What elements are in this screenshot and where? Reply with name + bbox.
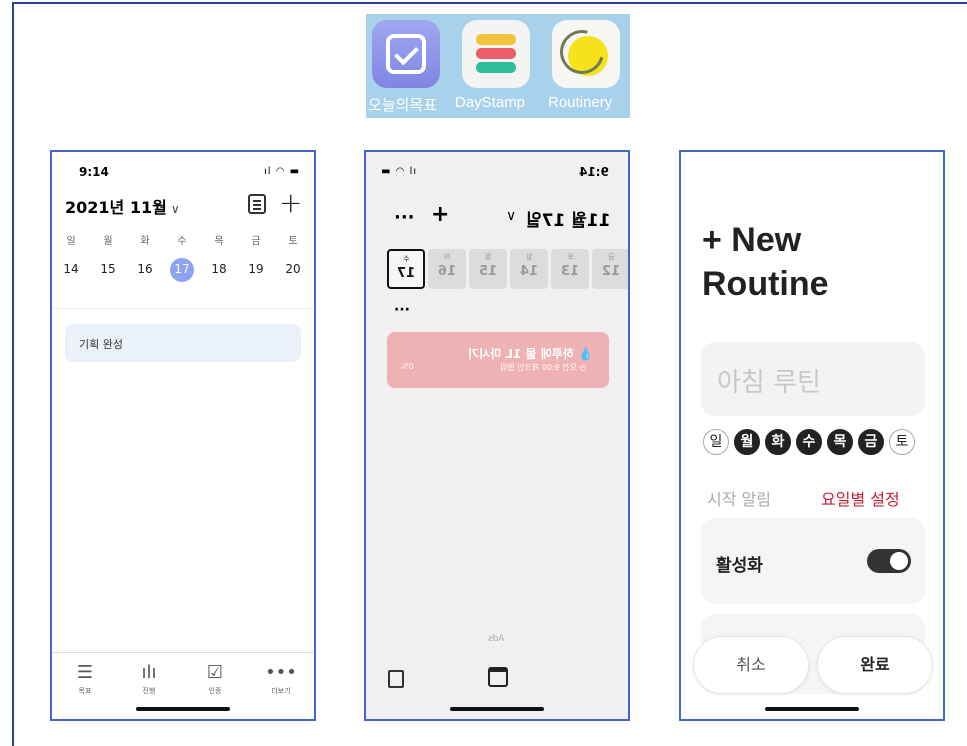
weekday-label: 목 (214, 236, 224, 247)
weekday-label: 토 (288, 236, 298, 247)
divider (52, 308, 314, 309)
tab-more[interactable]: ••• 더보기 (256, 662, 306, 696)
stripes-app-icon (476, 34, 516, 45)
status-time: 9:14 (579, 165, 609, 179)
weekday-label: 금 (251, 236, 261, 247)
day-toggle[interactable]: 일 (703, 429, 729, 455)
tab-goals[interactable]: ☰ 목표 (60, 662, 110, 696)
signal-wifi-battery-icon: ıl ◠ ▬ (380, 166, 417, 177)
home-indicator (765, 707, 859, 711)
tab-label: 더보기 (271, 687, 291, 695)
weekday-label: 일 (66, 236, 76, 247)
tab-bar-divider (52, 652, 314, 653)
day-toggle[interactable]: 금 (858, 429, 884, 455)
chevron-down-icon[interactable]: ∨ (506, 208, 516, 224)
weekday-label: 수 (177, 236, 187, 247)
tab-progress[interactable]: ılı 진행 (124, 662, 174, 696)
goal-app-screen: 9:14 ıl ◠ ▬ 2021년 11월 ∨ + 일 월 화 수 목 금 토 1… (50, 150, 316, 721)
app-name: DayStamp (455, 94, 526, 111)
home-indicator (450, 707, 544, 711)
stripe-red (476, 48, 516, 59)
memo-icon[interactable] (248, 194, 266, 214)
day-toggle[interactable]: 월 (734, 429, 760, 455)
date-cell[interactable]: 월 15 (469, 249, 507, 289)
calendar-icon[interactable] (488, 667, 508, 687)
date-title[interactable]: 11월 17일 (526, 206, 611, 231)
add-button[interactable]: + (431, 202, 449, 227)
month-label: 2021년 11월 (65, 198, 167, 217)
checkbox-icon: ☑ (206, 662, 224, 683)
activate-card: 활성화 (701, 518, 925, 604)
app-icon-banner: 오늘의목표 DayStamp Routinery (366, 14, 630, 118)
start-alarm-label: 시작 알림 (707, 490, 771, 509)
routinery-app[interactable] (551, 20, 620, 88)
habit-card[interactable]: 💧 하루에 물 1L 마시기 ◷ 오전 9:00 체크인 알림 0% (387, 332, 609, 388)
tab-label: 인증 (208, 687, 222, 695)
stripe-green (476, 62, 516, 73)
day-toggle[interactable]: 토 (889, 429, 915, 455)
add-button[interactable]: + (279, 186, 302, 219)
bar-chart-icon: ılı (141, 662, 157, 683)
weekday-label: 화 (140, 236, 150, 247)
home-indicator (136, 707, 230, 711)
document-icon[interactable] (388, 670, 404, 688)
calendar-day[interactable]: 16 (130, 262, 160, 276)
weekday-label: 월 (103, 236, 113, 247)
status-time: 9:14 (79, 165, 109, 179)
date-cell[interactable]: 화 16 (428, 249, 466, 289)
page-title: + New Routine (702, 218, 829, 306)
tab-verify[interactable]: ☑ 인증 (190, 662, 240, 696)
date-cell[interactable]: 금 12 (592, 249, 628, 289)
goal-item[interactable]: 기획 완성 (65, 324, 301, 362)
day-toggle[interactable]: 화 (765, 429, 791, 455)
month-selector[interactable]: 2021년 11월 ∨ (65, 194, 180, 218)
ellipsis-icon[interactable]: ··· (394, 207, 415, 228)
date-cell[interactable]: 일 14 (510, 249, 548, 289)
list-icon: ☰ (76, 662, 94, 683)
signal-wifi-battery-icon: ıl ◠ ▬ (264, 166, 301, 177)
habit-title: 💧 하루에 물 1L 마시기 (468, 347, 593, 361)
done-button[interactable]: 완료 (817, 636, 933, 694)
app-name: 오늘의목표 (368, 97, 438, 114)
todays-goal-app[interactable] (372, 20, 440, 88)
ellipsis-icon: ••• (265, 662, 297, 683)
checkbox-app-icon (386, 34, 426, 74)
cancel-button[interactable]: 취소 (693, 636, 809, 694)
routinery-screen: + New Routine 아침 루틴 일 월 화 수 목 금 토 시작 알림 … (679, 150, 945, 721)
chevron-down-icon: ∨ (170, 202, 180, 216)
calendar-day[interactable]: 20 (278, 262, 308, 276)
daystamp-screen: ıl ◠ ▬ 9:14 ··· + ∨ 11월 17일 수 17 화 16 월 … (364, 150, 630, 721)
more-icon[interactable]: ··· (394, 302, 410, 318)
daystamp-app[interactable] (462, 20, 530, 88)
activate-label: 활성화 (716, 556, 763, 576)
app-name: Routinery (548, 94, 613, 111)
day-toggle[interactable]: 수 (796, 429, 822, 455)
title-line: + New (702, 221, 802, 259)
activate-toggle[interactable] (867, 549, 911, 573)
calendar-day[interactable]: 15 (93, 262, 123, 276)
routine-name-input[interactable]: 아침 루틴 (701, 342, 925, 416)
tab-label: 목표 (78, 687, 92, 695)
tab-label: 진행 (142, 687, 156, 695)
refresh-arc-icon (551, 21, 613, 83)
day-toggle[interactable]: 목 (827, 429, 853, 455)
habit-reminder: ◷ 오전 9:00 체크인 알림 (500, 363, 587, 372)
habit-progress: 0% (401, 362, 414, 371)
routine-name-placeholder: 아침 루틴 (717, 368, 821, 398)
title-line: Routine (702, 265, 829, 303)
date-cell[interactable]: 토 13 (551, 249, 589, 289)
calendar-day[interactable]: 19 (241, 262, 271, 276)
date-cell-selected[interactable]: 수 17 (387, 249, 425, 289)
calendar-day-selected[interactable]: 17 (167, 262, 197, 276)
per-day-setting-link[interactable]: 요일별 설정 (821, 486, 900, 510)
calendar-day[interactable]: 14 (56, 262, 86, 276)
ads-label: Ads (488, 634, 505, 644)
calendar-day[interactable]: 18 (204, 262, 234, 276)
